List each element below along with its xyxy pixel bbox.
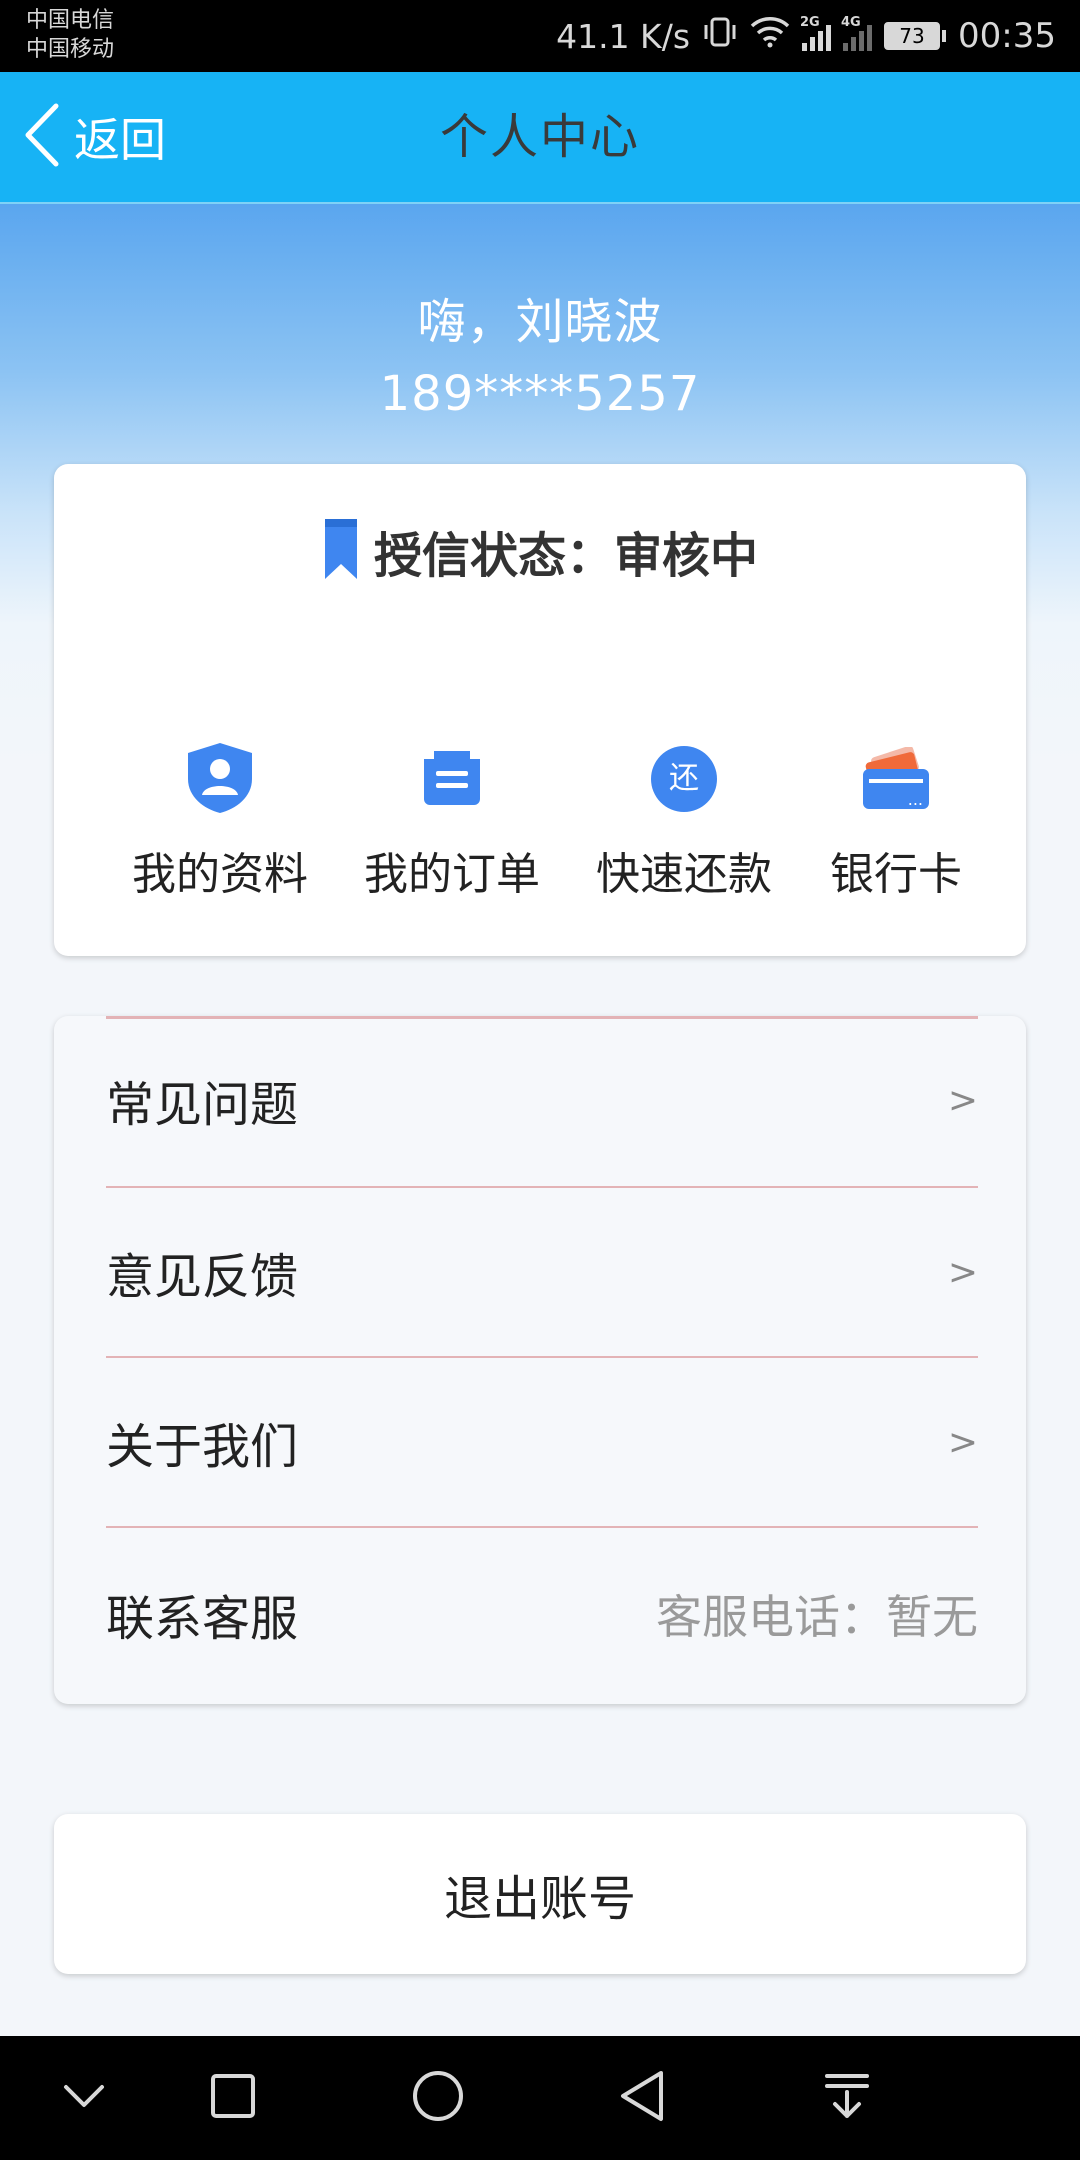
status-bar: 中国电信 中国移动 41.1 K/s 2G 4G 73 00:35: [0, 0, 1080, 72]
logout-button[interactable]: 退出账号: [54, 1814, 1026, 1974]
home-circle-icon: [410, 2068, 466, 2128]
system-nav-bar: [0, 2036, 1080, 2160]
carrier-info: 中国电信 中国移动: [26, 6, 114, 64]
quick-action-fast-repay[interactable]: 还 快速还款: [584, 734, 784, 902]
quick-action-label: 快速还款: [596, 849, 772, 900]
clock: 00:35: [958, 16, 1056, 56]
download-icon: [823, 2070, 871, 2126]
nav-recents-button[interactable]: [173, 2036, 293, 2160]
repay-glyph: 还: [669, 761, 699, 796]
user-greeting: 嗨，刘晓波: [417, 294, 663, 350]
order-icon: [420, 745, 484, 813]
menu-item-label: 常见问题: [106, 1077, 299, 1133]
quick-action-label: 我的订单: [364, 849, 540, 900]
carrier-1: 中国电信: [26, 8, 115, 33]
page-title: 个人中心: [439, 109, 640, 165]
menu-item-label: 意见反馈: [106, 1249, 299, 1305]
quick-action-label: 银行卡: [830, 849, 962, 900]
bank-card-glyph: ...: [907, 790, 923, 809]
nav-collapse-button[interactable]: [24, 2036, 144, 2160]
quick-action-label: 我的资料: [132, 849, 308, 900]
signal-2-tag: 4G: [841, 15, 861, 30]
credit-status-text: 授信状态：审核中: [373, 528, 758, 584]
credit-status: 授信状态：审核中: [54, 516, 1026, 586]
signal-1-tag: 2G: [800, 15, 820, 30]
wifi-icon: [750, 16, 790, 57]
menu-item-feedback[interactable]: 意见反馈 >: [106, 1188, 978, 1356]
vibrate-icon: [702, 15, 738, 58]
bank-card-icon: ...: [861, 745, 931, 811]
nav-back-button[interactable]: [582, 2036, 702, 2160]
chevron-right-icon: >: [947, 1079, 978, 1121]
menu-item-label: 联系客服: [106, 1591, 299, 1647]
service-phone-value: 客服电话：暂无: [656, 1590, 978, 1644]
square-icon: [209, 2072, 257, 2124]
user-phone: 189****5257: [379, 366, 701, 422]
bookmark-icon: [322, 516, 360, 586]
menu-item-faq[interactable]: 常见问题 >: [106, 1016, 978, 1184]
menu-list: 常见问题 > 意见反馈 > 关于我们 > 联系客服 客服电话：暂无: [54, 1016, 1026, 1704]
repay-icon: 还: [649, 744, 719, 814]
menu-item-label: 关于我们: [106, 1419, 299, 1475]
signal-icon-2: 4G: [841, 15, 873, 51]
network-speed: 41.1 K/s: [556, 16, 691, 56]
quick-action-my-profile[interactable]: 我的资料: [120, 734, 320, 902]
credit-card-panel: 授信状态：审核中 我的资料 我的订单 还 快速还款 ... 银行卡: [54, 464, 1026, 956]
divider: [106, 1526, 978, 1528]
chevron-down-icon: [62, 2081, 106, 2115]
battery-icon: 73: [884, 22, 947, 50]
back-triangle-icon: [617, 2068, 667, 2128]
menu-item-about[interactable]: 关于我们 >: [106, 1358, 978, 1526]
quick-action-bank-card[interactable]: ... 银行卡: [796, 734, 996, 902]
menu-item-contact[interactable]: 联系客服 客服电话：暂无: [106, 1530, 978, 1698]
app-header: 返回 个人中心: [0, 72, 1080, 204]
carrier-2: 中国移动: [26, 37, 115, 62]
nav-notification-button[interactable]: [787, 2036, 907, 2160]
battery-level: 73: [884, 22, 941, 50]
quick-actions: 我的资料 我的订单 还 快速还款 ... 银行卡: [54, 734, 1026, 914]
status-icons: 41.1 K/s 2G 4G 73 00:35: [556, 0, 1056, 72]
quick-action-my-orders[interactable]: 我的订单: [352, 734, 552, 902]
chevron-right-icon: >: [947, 1421, 978, 1463]
chevron-right-icon: >: [947, 1251, 978, 1293]
nav-home-button[interactable]: [378, 2036, 498, 2160]
profile-shield-icon: [182, 739, 258, 819]
signal-icon-1: 2G: [800, 15, 832, 51]
